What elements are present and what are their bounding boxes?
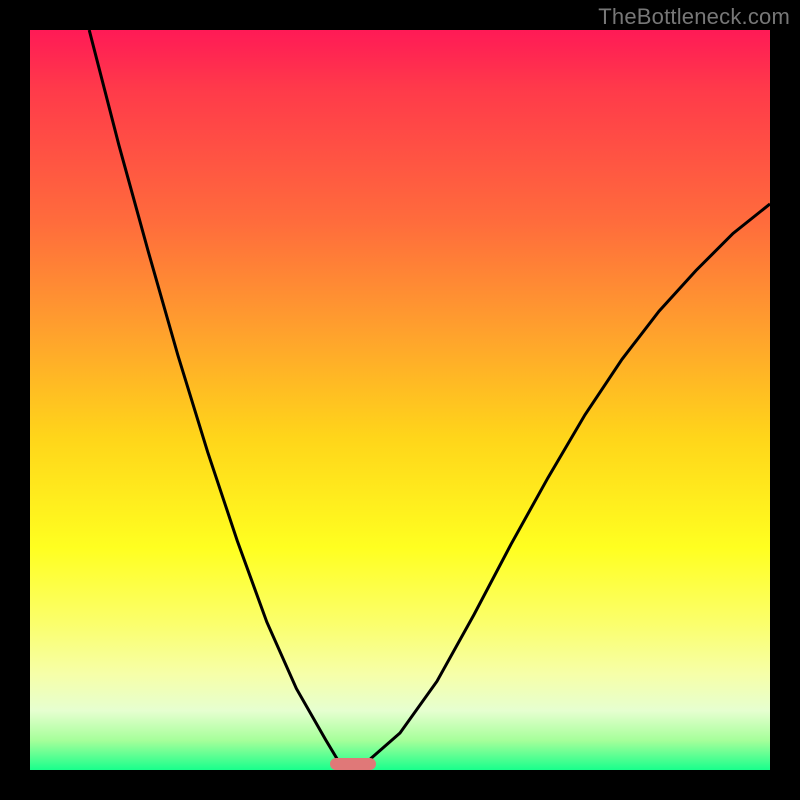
chart-frame: TheBottleneck.com bbox=[0, 0, 800, 800]
curve-right-branch bbox=[370, 204, 770, 759]
optimal-marker bbox=[330, 758, 377, 770]
curve-left-branch bbox=[89, 30, 337, 759]
watermark-text: TheBottleneck.com bbox=[598, 4, 790, 30]
bottleneck-curve bbox=[30, 30, 770, 770]
plot-area bbox=[30, 30, 770, 770]
